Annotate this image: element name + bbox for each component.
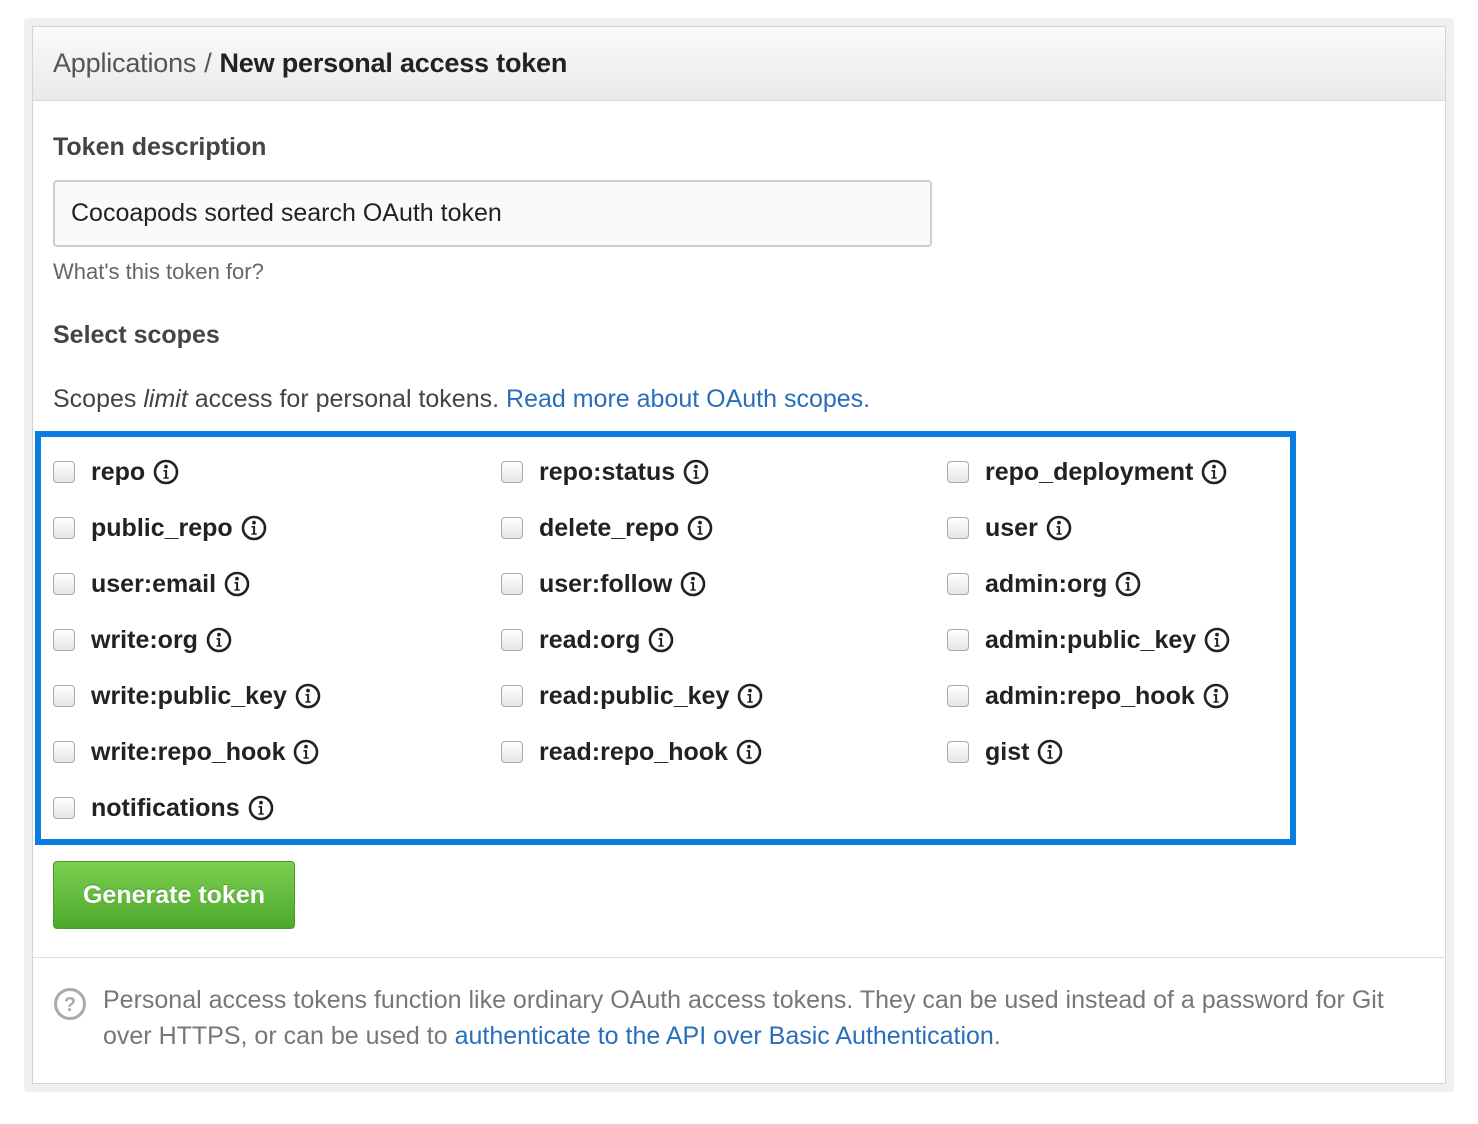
scopes-desc-prefix: Scopes	[53, 385, 137, 413]
info-icon[interactable]	[737, 683, 763, 709]
scope-item[interactable]: admin:org	[947, 564, 1141, 604]
info-icon[interactable]	[153, 459, 179, 485]
scope-label: read:repo_hook	[539, 737, 728, 766]
info-icon[interactable]	[241, 515, 267, 541]
scope-item[interactable]: write:public_key	[53, 676, 321, 716]
scope-checkbox[interactable]	[53, 517, 75, 539]
info-icon[interactable]	[248, 795, 274, 821]
scope-checkbox[interactable]	[53, 461, 75, 483]
scope-label: user	[985, 513, 1038, 542]
scope-checkbox[interactable]	[501, 685, 523, 707]
scope-label: gist	[985, 737, 1030, 766]
scope-item[interactable]: read:org	[501, 620, 674, 660]
info-icon[interactable]	[736, 739, 762, 765]
scope-item[interactable]: user	[947, 508, 1072, 548]
scope-checkbox[interactable]	[53, 741, 75, 763]
scope-checkbox[interactable]	[501, 517, 523, 539]
scope-label: public_repo	[91, 513, 233, 542]
scope-checkbox[interactable]	[53, 629, 75, 651]
svg-text:?: ?	[64, 994, 76, 1016]
info-icon[interactable]	[1037, 739, 1063, 765]
scope-item[interactable]: gist	[947, 732, 1063, 772]
page-title: New personal access token	[219, 48, 568, 78]
info-icon[interactable]	[206, 627, 232, 653]
scope-checkbox[interactable]	[53, 797, 75, 819]
scope-item[interactable]: user:follow	[501, 564, 706, 604]
generate-token-button[interactable]: Generate token	[53, 861, 295, 929]
scope-item[interactable]: repo	[53, 452, 179, 492]
token-description-note: What's this token for?	[53, 259, 264, 284]
scope-label: admin:org	[985, 569, 1108, 598]
scope-checkbox[interactable]	[501, 461, 523, 483]
info-icon[interactable]	[1201, 459, 1227, 485]
scope-label: repo	[91, 457, 146, 486]
scope-checkbox[interactable]	[947, 629, 969, 651]
scope-item[interactable]: notifications	[53, 788, 274, 828]
scope-item[interactable]: read:public_key	[501, 676, 763, 716]
scope-item[interactable]: write:org	[53, 620, 232, 660]
scope-label: write:repo_hook	[91, 737, 286, 766]
scope-item[interactable]: read:repo_hook	[501, 732, 762, 772]
info-icon[interactable]	[293, 739, 319, 765]
footer-help-text: Personal access tokens function like ord…	[103, 982, 1423, 1054]
scope-item[interactable]: delete_repo	[501, 508, 713, 548]
scope-item[interactable]: repo_deployment	[947, 452, 1227, 492]
token-description-label: Token description	[53, 133, 267, 161]
scope-item[interactable]: admin:public_key	[947, 620, 1230, 660]
footer-period: .	[993, 1022, 1001, 1050]
info-icon[interactable]	[648, 627, 674, 653]
scope-label: user:email	[91, 569, 217, 598]
basic-auth-link[interactable]: authenticate to the API over Basic Authe…	[455, 1022, 994, 1050]
scope-item[interactable]: write:repo_hook	[53, 732, 319, 772]
scope-checkbox[interactable]	[947, 461, 969, 483]
info-icon[interactable]	[1203, 683, 1229, 709]
scope-checkbox[interactable]	[501, 629, 523, 651]
scopes-description: Scopes limit access for personal tokens.…	[53, 385, 870, 414]
scopes-desc-suffix: access for personal tokens.	[194, 385, 500, 413]
scope-label: repo:status	[539, 457, 676, 486]
info-icon[interactable]	[680, 571, 706, 597]
scope-checkbox[interactable]	[947, 741, 969, 763]
panel-header: Applications / New personal access token	[33, 27, 1445, 101]
scope-checkbox[interactable]	[947, 573, 969, 595]
scope-checkbox[interactable]	[53, 573, 75, 595]
token-panel: Applications / New personal access token…	[32, 26, 1446, 1084]
info-icon[interactable]	[683, 459, 709, 485]
footer-divider	[33, 957, 1445, 958]
info-icon[interactable]	[1204, 627, 1230, 653]
info-icon[interactable]	[687, 515, 713, 541]
select-scopes-heading: Select scopes	[53, 321, 220, 349]
breadcrumb-separator: /	[204, 48, 212, 78]
scope-label: repo_deployment	[985, 457, 1194, 486]
info-icon[interactable]	[1046, 515, 1072, 541]
info-icon[interactable]	[1115, 571, 1141, 597]
scope-checkbox[interactable]	[947, 517, 969, 539]
info-icon[interactable]	[224, 571, 250, 597]
scope-label: read:org	[539, 625, 641, 654]
scope-label: write:public_key	[91, 681, 287, 710]
scope-item[interactable]: repo:status	[501, 452, 709, 492]
oauth-scopes-link[interactable]: Read more about OAuth scopes.	[506, 385, 870, 413]
scope-checkbox[interactable]	[53, 685, 75, 707]
scope-checkbox[interactable]	[501, 573, 523, 595]
scope-label: admin:public_key	[985, 625, 1197, 654]
scope-label: admin:repo_hook	[985, 681, 1195, 710]
scope-label: delete_repo	[539, 513, 680, 542]
scopes-desc-limit: limit	[143, 385, 188, 413]
scope-label: notifications	[91, 793, 240, 822]
scope-item[interactable]: public_repo	[53, 508, 267, 548]
scope-label: user:follow	[539, 569, 673, 598]
scope-item[interactable]: admin:repo_hook	[947, 676, 1229, 716]
scope-item[interactable]: user:email	[53, 564, 250, 604]
breadcrumb-applications[interactable]: Applications	[53, 48, 196, 79]
scope-label: read:public_key	[539, 681, 730, 710]
help-icon: ?	[54, 988, 86, 1020]
scope-checkbox[interactable]	[501, 741, 523, 763]
scope-label: write:org	[91, 625, 198, 654]
token-description-input[interactable]	[53, 180, 932, 247]
scope-checkbox[interactable]	[947, 685, 969, 707]
info-icon[interactable]	[295, 683, 321, 709]
